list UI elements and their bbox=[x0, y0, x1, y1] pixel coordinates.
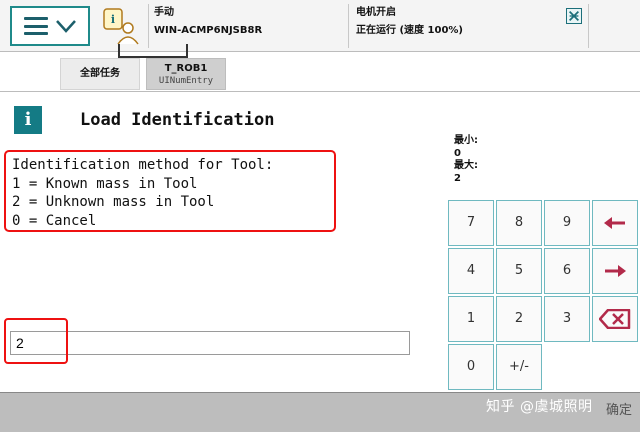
value-input[interactable] bbox=[11, 332, 409, 354]
backspace-key[interactable] bbox=[592, 296, 638, 342]
tab-label: T_ROB1 bbox=[164, 63, 208, 74]
confirm-button[interactable]: 确定 bbox=[606, 399, 632, 418]
arrow-right-key[interactable] bbox=[592, 248, 638, 294]
divider bbox=[348, 4, 349, 48]
key-8[interactable]: 8 bbox=[496, 200, 542, 246]
divider bbox=[148, 4, 149, 48]
min-label: 最小: bbox=[454, 135, 478, 146]
key-7[interactable]: 7 bbox=[448, 200, 494, 246]
key-0[interactable]: 0 bbox=[448, 344, 494, 390]
run-state: 正在运行 (速度 100%) bbox=[356, 25, 463, 36]
backspace-icon bbox=[598, 308, 631, 330]
watermark: 知乎 @虞城照明 bbox=[486, 399, 593, 415]
divider bbox=[588, 4, 589, 48]
key-5[interactable]: 5 bbox=[496, 248, 542, 294]
operating-mode: 手动 bbox=[154, 7, 174, 18]
method-prompt: Identification method for Tool: 1 = Know… bbox=[4, 150, 336, 232]
status-mode-group: 手动 WIN-ACMP6NJSB8R bbox=[154, 4, 262, 40]
controller-name: WIN-ACMP6NJSB8R bbox=[154, 25, 263, 36]
task-tabs: 全部任务 T_ROB1 UINumEntry bbox=[0, 52, 640, 92]
range-info: 最小: 0 最大: 2 bbox=[454, 135, 478, 185]
page-title: Load Identification bbox=[80, 110, 275, 130]
svg-text:i: i bbox=[111, 13, 115, 26]
max-value: 2 bbox=[454, 172, 461, 184]
status-motor-group: 电机开启 正在运行 (速度 100%) bbox=[356, 4, 463, 40]
key-3[interactable]: 3 bbox=[544, 296, 590, 342]
min-value: 0 bbox=[454, 147, 461, 159]
value-input-wrapper bbox=[10, 331, 410, 355]
arrow-right-icon bbox=[605, 265, 626, 277]
arrow-left-icon bbox=[604, 217, 625, 229]
chevron-down-icon bbox=[55, 20, 76, 33]
key-2[interactable]: 2 bbox=[496, 296, 542, 342]
tab-t-rob1[interactable]: T_ROB1 UINumEntry bbox=[146, 58, 226, 90]
prompt-line: 0 = Cancel bbox=[12, 212, 97, 229]
tab-sublabel: UINumEntry bbox=[158, 76, 214, 86]
info-icon: i bbox=[14, 106, 42, 134]
motor-state: 电机开启 bbox=[356, 7, 396, 18]
tab-all-tasks[interactable]: 全部任务 bbox=[60, 58, 140, 90]
key-plus-minus[interactable]: +/- bbox=[496, 344, 542, 390]
key-1[interactable]: 1 bbox=[448, 296, 494, 342]
prompt-line: 2 = Unknown mass in Tool bbox=[12, 194, 215, 210]
prompt-line: Identification method for Tool: bbox=[12, 157, 274, 173]
max-label: 最大: bbox=[454, 160, 478, 171]
prompt-line: 1 = Known mass in Tool bbox=[12, 175, 198, 192]
numeric-keypad: 7 8 9 4 5 6 1 2 3 0 +/- bbox=[447, 198, 640, 392]
key-4[interactable]: 4 bbox=[448, 248, 494, 294]
tab-connector bbox=[118, 44, 188, 58]
key-6[interactable]: 6 bbox=[544, 248, 590, 294]
main-menu-button[interactable] bbox=[10, 6, 90, 46]
close-icon[interactable] bbox=[566, 8, 582, 24]
arrow-left-key[interactable] bbox=[592, 200, 638, 246]
status-bar: i 手动 WIN-ACMP6NJSB8R 电机开启 正在运行 (速度 100%) bbox=[0, 0, 640, 52]
tab-label: 全部任务 bbox=[80, 68, 120, 79]
operator-message-icon[interactable]: i bbox=[100, 6, 144, 46]
hamburger-icon bbox=[23, 17, 48, 35]
key-9[interactable]: 9 bbox=[544, 200, 590, 246]
